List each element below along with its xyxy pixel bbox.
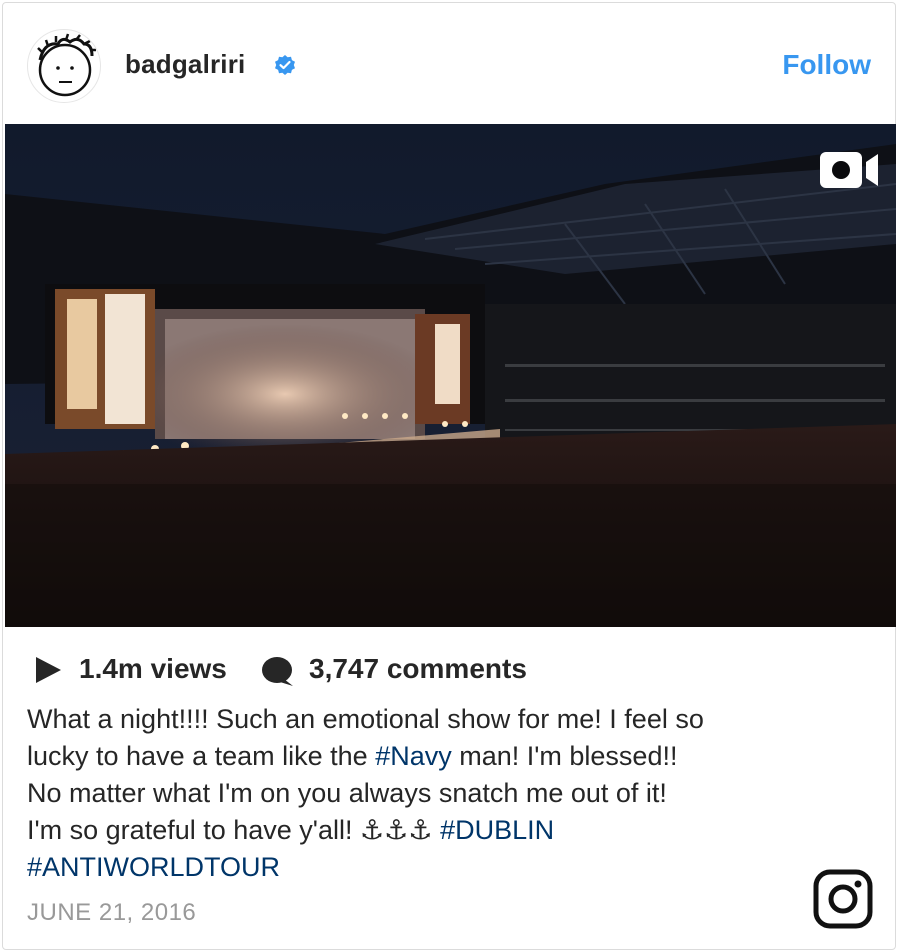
instagram-logo-icon[interactable] [813, 869, 873, 929]
caption-text: I'm so grateful to have y'all! ⚓⚓⚓ [27, 815, 441, 845]
video-media[interactable] [5, 124, 896, 627]
instagram-embed-card: badgalriri Follow 1.4m views 3,747 comme… [2, 2, 896, 950]
post-caption: What a night!!!! Such an emotional show … [27, 701, 847, 886]
comment-bubble-icon [262, 657, 293, 686]
post-stats: 1.4m views 3,747 comments [27, 651, 887, 691]
avatar-doodle-icon [37, 33, 96, 97]
caption-line: What a night!!!! Such an emotional show … [27, 704, 704, 734]
hashtag-antiworldtour[interactable]: #ANTIWORLDTOUR [27, 852, 280, 882]
caption-line: #ANTIWORLDTOUR [27, 849, 847, 886]
comments-count[interactable]: 3,747 comments [309, 653, 527, 685]
hashtag-navy[interactable]: #Navy [375, 741, 452, 771]
post-date: JUNE 21, 2016 [27, 899, 197, 926]
caption-line: lucky to have a team like the #Navy man!… [27, 738, 847, 775]
post-header: badgalriri Follow [3, 3, 895, 125]
views-count: 1.4m views [79, 653, 227, 684]
hashtag-dublin[interactable]: #DUBLIN [440, 815, 554, 845]
caption-text: man! I'm blessed!! [451, 741, 678, 771]
verified-badge-icon [275, 55, 295, 75]
avatar[interactable] [27, 29, 101, 103]
username[interactable]: badgalriri [125, 49, 245, 80]
video-camera-icon [820, 152, 878, 188]
caption-text: lucky to have a team like the [27, 741, 376, 771]
concert-video-frame [5, 124, 896, 627]
play-icon [36, 657, 61, 683]
caption-line: No matter what I'm on you always snatch … [27, 778, 667, 808]
caption-line: I'm so grateful to have y'all! ⚓⚓⚓ #DUBL… [27, 812, 847, 849]
follow-button[interactable]: Follow [782, 49, 871, 81]
